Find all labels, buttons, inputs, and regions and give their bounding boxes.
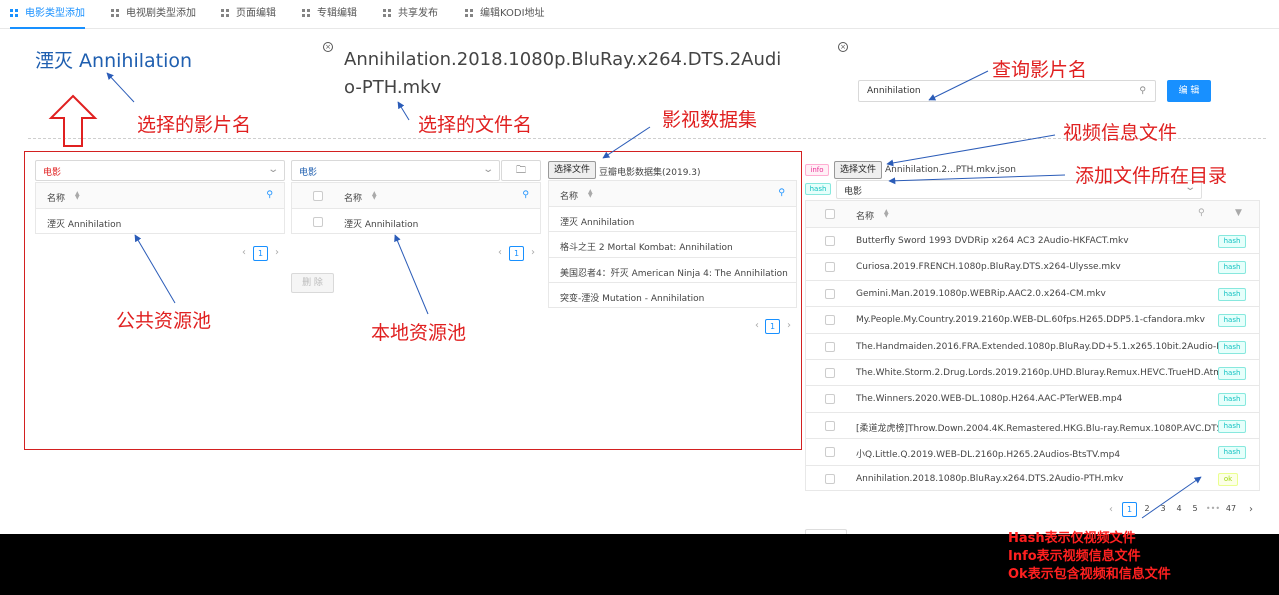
arrow-local-pool	[394, 234, 429, 315]
annotation-dataset: 影视数据集	[662, 109, 758, 131]
annotation-selected-movie: 选择的影片名	[137, 114, 252, 136]
up-arrow-icon	[48, 94, 98, 147]
note-hash: Hash表示仅视频文件	[1008, 531, 1136, 546]
annotation-add-dir: 添加文件所在目录	[1075, 165, 1228, 187]
arrow-dataset	[602, 126, 651, 159]
annotation-public-pool: 公共资源池	[116, 310, 212, 332]
note-ok: Ok表示包含视频和信息文件	[1008, 567, 1171, 582]
arrow-status-note	[1141, 476, 1202, 519]
partial-button	[805, 529, 847, 534]
note-info: Info表示视频信息文件	[1008, 549, 1141, 564]
annotation-info-file: 视频信息文件	[1063, 122, 1178, 144]
arrow-add-dir	[888, 174, 1066, 185]
annotation-search: 查询影片名	[992, 59, 1088, 81]
arrow-selected-file	[397, 101, 410, 121]
arrow-info-file	[886, 134, 1056, 167]
arrow-selected-movie	[106, 72, 135, 103]
arrow-public-pool	[134, 234, 176, 304]
annotation-local-pool: 本地资源池	[371, 322, 467, 344]
annotation-selected-file: 选择的文件名	[418, 114, 533, 136]
annotation-arrows	[48, 70, 1202, 519]
arrow-search	[928, 70, 989, 101]
